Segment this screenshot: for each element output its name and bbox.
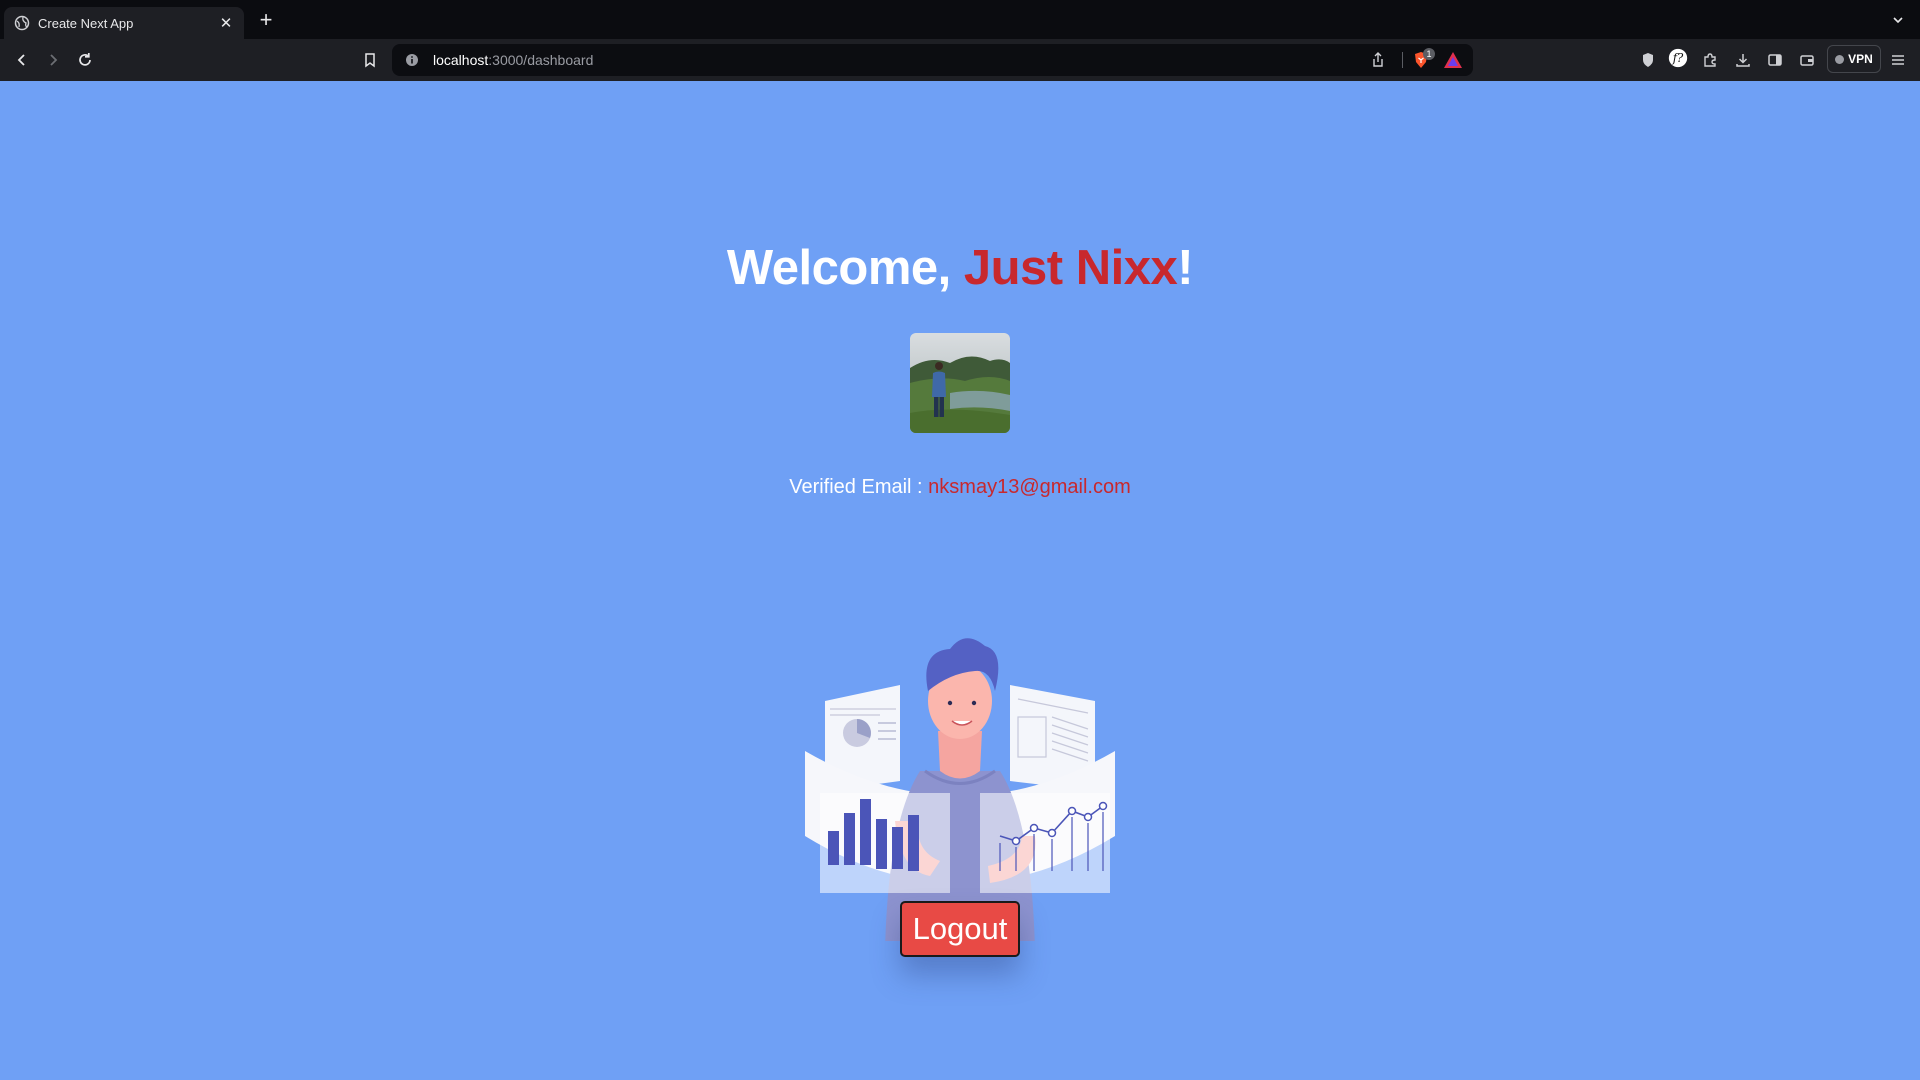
browser-toolbar: localhost:3000/dashboard 1 f? VPN bbox=[0, 39, 1920, 81]
avatar bbox=[910, 333, 1010, 433]
sidebar-icon[interactable] bbox=[1765, 50, 1785, 70]
tab-title: Create Next App bbox=[38, 15, 134, 31]
welcome-prefix: Welcome, bbox=[726, 241, 964, 295]
address-bar[interactable]: localhost:3000/dashboard 1 bbox=[392, 44, 1473, 76]
welcome-suffix: ! bbox=[1177, 241, 1194, 295]
email-label: Verified Email : bbox=[789, 476, 929, 498]
bookmark-icon[interactable] bbox=[360, 50, 380, 70]
back-icon[interactable] bbox=[12, 50, 32, 70]
share-icon[interactable] bbox=[1369, 51, 1387, 69]
extension-f-icon[interactable]: f? bbox=[1668, 48, 1692, 72]
chevron-down-icon[interactable] bbox=[1890, 12, 1906, 28]
forward-icon[interactable] bbox=[43, 50, 63, 70]
brave-rewards-icon[interactable] bbox=[1443, 51, 1463, 69]
logout-button[interactable]: Logout bbox=[900, 901, 1020, 957]
dashboard-illustration bbox=[800, 621, 1120, 951]
welcome-heading: Welcome, Just Nixx! bbox=[0, 240, 1920, 296]
close-icon[interactable]: ✕ bbox=[218, 14, 234, 32]
new-tab-button[interactable]: + bbox=[256, 9, 276, 31]
url-text[interactable]: localhost:3000/dashboard bbox=[433, 52, 593, 68]
dashboard-page: Welcome, Just Nixx! Verified Email : nks… bbox=[0, 81, 1920, 1080]
site-info-icon[interactable] bbox=[404, 52, 420, 68]
vpn-label: VPN bbox=[1848, 52, 1873, 66]
email-value: nksmay13@gmail.com bbox=[928, 476, 1131, 498]
user-name: Just Nixx bbox=[963, 241, 1178, 295]
shield-icon[interactable] bbox=[1638, 50, 1658, 70]
url-host: localhost bbox=[433, 52, 489, 68]
svg-text:f?: f? bbox=[1672, 51, 1684, 65]
vpn-status-icon bbox=[1835, 54, 1845, 64]
divider bbox=[1402, 52, 1403, 68]
tab-strip: Create Next App ✕ + bbox=[0, 0, 1920, 39]
download-icon[interactable] bbox=[1733, 50, 1753, 70]
globe-icon bbox=[14, 15, 30, 31]
wallet-icon[interactable] bbox=[1797, 50, 1817, 70]
verified-email-line: Verified Email : nksmay13@gmail.com bbox=[0, 476, 1920, 499]
reload-icon[interactable] bbox=[75, 50, 95, 70]
browser-tab[interactable]: Create Next App ✕ bbox=[4, 7, 244, 39]
url-path: :3000/dashboard bbox=[488, 52, 594, 68]
extensions-puzzle-icon[interactable] bbox=[1700, 50, 1720, 70]
menu-icon[interactable] bbox=[1888, 50, 1908, 70]
shields-count-badge: 1 bbox=[1423, 48, 1435, 60]
vpn-button[interactable]: VPN bbox=[1827, 45, 1881, 73]
